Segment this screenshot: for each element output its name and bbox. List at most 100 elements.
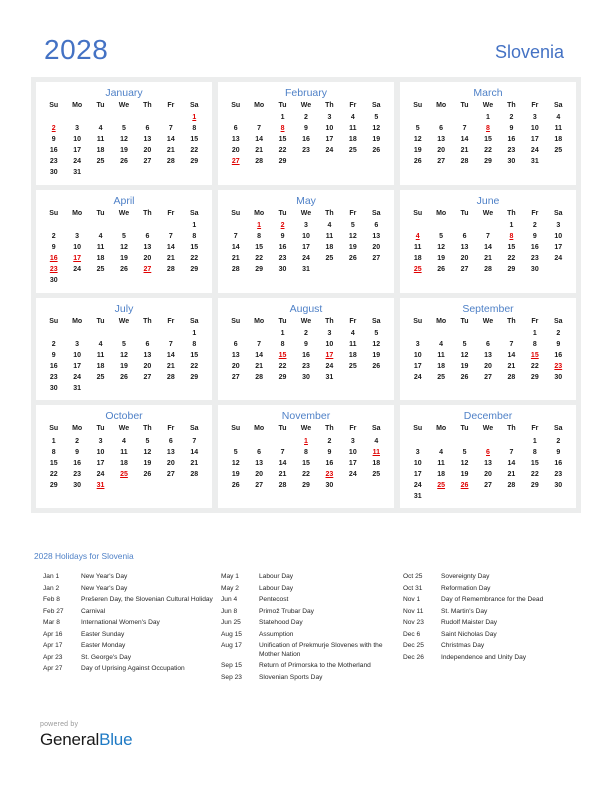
day-cell[interactable]: 23: [294, 146, 317, 157]
day-cell[interactable]: 11: [89, 243, 112, 254]
day-cell[interactable]: 4: [89, 124, 112, 135]
day-cell[interactable]: 10: [65, 135, 88, 146]
day-cell[interactable]: 23: [42, 157, 65, 168]
day-cell[interactable]: 21: [271, 469, 294, 480]
day-cell[interactable]: 21: [453, 146, 476, 157]
day-cell[interactable]: 21: [183, 458, 206, 469]
day-cell[interactable]: 10: [65, 350, 88, 361]
day-cell[interactable]: 26: [112, 372, 135, 383]
day-cell[interactable]: 14: [500, 458, 523, 469]
day-cell[interactable]: 6: [365, 221, 388, 232]
day-cell[interactable]: 18: [406, 254, 429, 265]
day-cell[interactable]: 6: [159, 436, 182, 447]
day-cell[interactable]: 5: [112, 339, 135, 350]
day-cell[interactable]: 30: [318, 480, 341, 491]
day-cell[interactable]: 13: [159, 447, 182, 458]
day-cell[interactable]: 6: [453, 232, 476, 243]
day-cell[interactable]: 22: [500, 254, 523, 265]
day-cell[interactable]: 4: [112, 436, 135, 447]
day-cell[interactable]: 3: [65, 232, 88, 243]
day-cell[interactable]: 8: [271, 339, 294, 350]
day-cell-holiday[interactable]: 17: [318, 350, 341, 361]
day-cell[interactable]: 14: [183, 447, 206, 458]
day-cell[interactable]: 11: [406, 243, 429, 254]
day-cell[interactable]: 13: [476, 350, 499, 361]
day-cell[interactable]: 9: [271, 232, 294, 243]
day-cell[interactable]: 3: [318, 328, 341, 339]
day-cell[interactable]: 2: [42, 232, 65, 243]
day-cell[interactable]: 15: [42, 458, 65, 469]
day-cell[interactable]: 22: [523, 469, 546, 480]
day-cell[interactable]: 25: [341, 146, 364, 157]
day-cell[interactable]: 3: [65, 124, 88, 135]
day-cell[interactable]: 18: [547, 135, 570, 146]
day-cell[interactable]: 11: [112, 447, 135, 458]
day-cell-holiday[interactable]: 27: [136, 265, 159, 276]
day-cell-holiday[interactable]: 8: [271, 124, 294, 135]
day-cell[interactable]: 2: [294, 113, 317, 124]
day-cell[interactable]: 29: [183, 265, 206, 276]
day-cell[interactable]: 20: [159, 458, 182, 469]
day-cell[interactable]: 8: [42, 447, 65, 458]
day-cell[interactable]: 3: [65, 339, 88, 350]
day-cell[interactable]: 17: [547, 243, 570, 254]
day-cell[interactable]: 29: [183, 157, 206, 168]
day-cell[interactable]: 30: [42, 276, 65, 287]
day-cell[interactable]: 2: [523, 221, 546, 232]
day-cell[interactable]: 7: [159, 232, 182, 243]
day-cell[interactable]: 21: [159, 146, 182, 157]
day-cell[interactable]: 11: [429, 350, 452, 361]
day-cell[interactable]: 15: [271, 135, 294, 146]
day-cell[interactable]: 3: [341, 436, 364, 447]
day-cell[interactable]: 17: [406, 361, 429, 372]
day-cell-holiday[interactable]: 2: [42, 124, 65, 135]
day-cell[interactable]: 20: [247, 469, 270, 480]
day-cell[interactable]: 2: [318, 436, 341, 447]
day-cell[interactable]: 13: [136, 350, 159, 361]
day-cell-holiday[interactable]: 25: [429, 480, 452, 491]
day-cell[interactable]: 26: [365, 146, 388, 157]
day-cell[interactable]: 4: [429, 447, 452, 458]
day-cell[interactable]: 20: [136, 254, 159, 265]
day-cell[interactable]: 16: [294, 135, 317, 146]
day-cell[interactable]: 28: [500, 372, 523, 383]
day-cell[interactable]: 18: [429, 469, 452, 480]
day-cell[interactable]: 21: [159, 361, 182, 372]
day-cell[interactable]: 30: [294, 372, 317, 383]
day-cell[interactable]: 19: [406, 146, 429, 157]
day-cell[interactable]: 11: [547, 124, 570, 135]
day-cell[interactable]: 18: [341, 135, 364, 146]
day-cell-holiday[interactable]: 16: [42, 254, 65, 265]
day-cell[interactable]: 18: [89, 146, 112, 157]
day-cell[interactable]: 2: [500, 113, 523, 124]
day-cell[interactable]: 10: [406, 350, 429, 361]
day-cell[interactable]: 23: [271, 254, 294, 265]
day-cell[interactable]: 24: [341, 469, 364, 480]
day-cell[interactable]: 28: [159, 265, 182, 276]
day-cell[interactable]: 1: [476, 113, 499, 124]
day-cell[interactable]: 7: [247, 339, 270, 350]
day-cell[interactable]: 24: [318, 146, 341, 157]
day-cell[interactable]: 6: [136, 339, 159, 350]
day-cell-holiday[interactable]: 1: [247, 221, 270, 232]
day-cell[interactable]: 17: [523, 135, 546, 146]
day-cell[interactable]: 29: [523, 480, 546, 491]
day-cell[interactable]: 20: [453, 254, 476, 265]
day-cell[interactable]: 13: [224, 350, 247, 361]
day-cell[interactable]: 27: [476, 372, 499, 383]
day-cell[interactable]: 10: [318, 124, 341, 135]
day-cell[interactable]: 1: [183, 221, 206, 232]
day-cell[interactable]: 13: [247, 458, 270, 469]
day-cell[interactable]: 5: [453, 447, 476, 458]
day-cell[interactable]: 13: [136, 243, 159, 254]
day-cell[interactable]: 13: [224, 135, 247, 146]
day-cell-holiday[interactable]: 25: [112, 469, 135, 480]
day-cell[interactable]: 21: [159, 254, 182, 265]
day-cell[interactable]: 23: [65, 469, 88, 480]
day-cell[interactable]: 15: [500, 243, 523, 254]
day-cell[interactable]: 17: [294, 243, 317, 254]
day-cell[interactable]: 19: [429, 254, 452, 265]
day-cell[interactable]: 6: [247, 447, 270, 458]
day-cell[interactable]: 22: [476, 146, 499, 157]
day-cell[interactable]: 27: [224, 372, 247, 383]
